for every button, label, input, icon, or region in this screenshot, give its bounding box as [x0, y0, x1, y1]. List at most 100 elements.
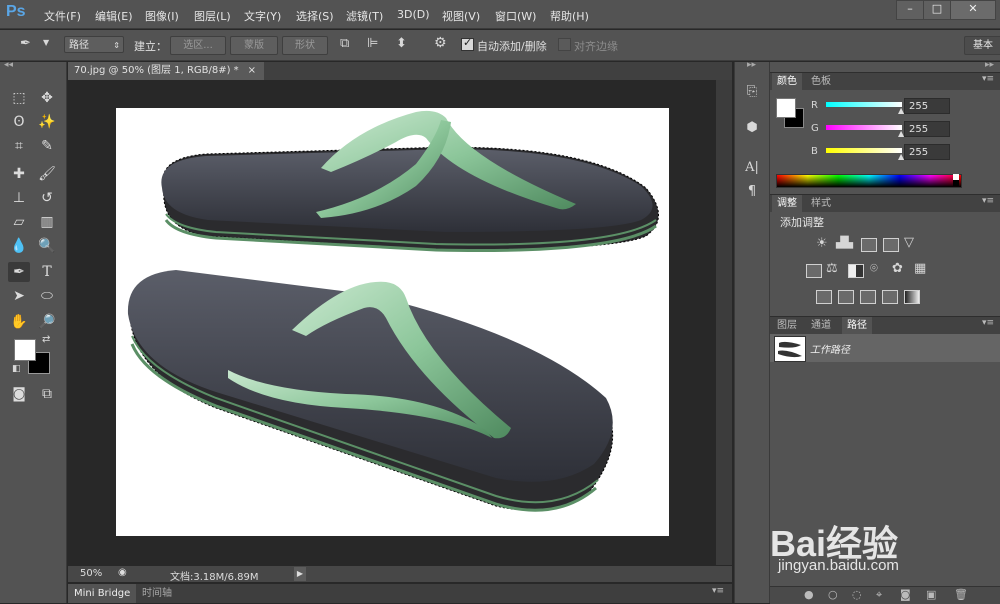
gradient-map-triangle-icon[interactable]: ▽: [904, 235, 914, 250]
make-selection-button[interactable]: 选区...: [170, 36, 226, 55]
channel-r-value[interactable]: 255: [904, 98, 950, 114]
tool-mode-select[interactable]: 路径 ⇕: [64, 36, 124, 53]
path-alignment-icon[interactable]: ⊫: [367, 36, 378, 51]
make-work-path-icon[interactable]: ⌖: [876, 588, 882, 602]
menu-3d[interactable]: 3D(D): [397, 8, 430, 21]
tab-paths[interactable]: 路径: [842, 317, 872, 334]
channel-r-slider[interactable]: [826, 102, 902, 107]
status-info-icon[interactable]: ◉: [118, 567, 127, 578]
channel-g-slider[interactable]: [826, 125, 902, 130]
hand-tool-icon[interactable]: ✋: [8, 312, 30, 332]
curves-icon[interactable]: [861, 238, 877, 252]
gradient-tool-icon[interactable]: ▥: [36, 212, 58, 232]
menu-filter[interactable]: 滤镜(T): [346, 8, 383, 24]
eraser-tool-icon[interactable]: ▱: [8, 212, 30, 232]
tab-adjustments[interactable]: 调整: [772, 195, 802, 212]
zoom-tool-icon[interactable]: 🔎: [36, 312, 58, 332]
menu-select[interactable]: 选择(S): [296, 8, 334, 24]
path-row[interactable]: 工作路径: [770, 334, 1000, 362]
menu-image[interactable]: 图像(I): [145, 8, 179, 24]
path-name[interactable]: 工作路径: [810, 341, 850, 356]
close-button[interactable]: ✕: [950, 0, 996, 20]
fill-path-icon[interactable]: ●: [804, 588, 814, 601]
tab-styles[interactable]: 样式: [806, 195, 836, 212]
foreground-color-swatch[interactable]: [14, 339, 36, 361]
exposure-icon[interactable]: [883, 238, 899, 252]
eyedropper-tool-icon[interactable]: ✎: [36, 136, 58, 156]
document-canvas[interactable]: [116, 108, 669, 536]
quick-mask-icon[interactable]: ◙: [8, 384, 30, 404]
new-path-icon[interactable]: ▣: [926, 588, 936, 601]
channel-mixer-icon[interactable]: ✿: [892, 261, 903, 276]
pen-tool-icon[interactable]: ✒: [8, 262, 30, 282]
invert-icon[interactable]: [816, 290, 832, 304]
swap-colors-icon[interactable]: ⇄: [42, 334, 50, 345]
stroke-path-icon[interactable]: ○: [828, 588, 838, 601]
paragraph-panel-icon[interactable]: ¶: [743, 184, 761, 202]
panel-menu-icon[interactable]: ▾≡: [712, 586, 724, 596]
color-lookup-icon[interactable]: ▦: [914, 261, 926, 276]
channel-b-value[interactable]: 255: [904, 144, 950, 160]
default-colors-icon[interactable]: ◧: [12, 364, 21, 374]
brush-tool-icon[interactable]: 🖌: [36, 164, 58, 184]
minimize-button[interactable]: –: [896, 0, 924, 20]
spectrum-black-swatch[interactable]: [953, 180, 959, 186]
path-selection-tool-icon[interactable]: ➤: [8, 286, 30, 306]
selective-color-icon[interactable]: [882, 290, 898, 304]
gradient-map-icon[interactable]: [904, 290, 920, 304]
vibrance-icon[interactable]: [806, 264, 822, 278]
zoom-level[interactable]: 50%: [80, 568, 102, 579]
tab-color[interactable]: 颜色: [772, 73, 802, 90]
menu-window[interactable]: 窗口(W): [495, 8, 536, 24]
load-as-selection-icon[interactable]: ◌: [852, 588, 862, 601]
tab-channels[interactable]: 通道: [806, 317, 836, 334]
make-mask-button[interactable]: 蒙版: [230, 36, 278, 55]
path-operations-icon[interactable]: ⧉: [340, 36, 349, 51]
history-icon[interactable]: ⎘: [743, 84, 761, 102]
lasso-tool-icon[interactable]: ʘ: [8, 112, 30, 132]
panel-menu-icon[interactable]: ▾≡: [982, 74, 994, 84]
gear-icon[interactable]: ⚙: [434, 35, 447, 51]
character-panel-icon[interactable]: A|: [743, 160, 761, 178]
collapse-right-arrows-icon[interactable]: ▸▸: [985, 60, 994, 70]
levels-icon[interactable]: ▟▙: [836, 236, 853, 249]
path-arrangement-icon[interactable]: ⬍: [396, 36, 407, 51]
tab-layers[interactable]: 图层: [772, 317, 802, 334]
tab-swatches[interactable]: 色板: [806, 73, 836, 90]
auto-add-delete-checkbox[interactable]: ✓: [461, 36, 474, 51]
healing-brush-tool-icon[interactable]: ✚: [8, 164, 30, 184]
clone-stamp-tool-icon[interactable]: ⊥: [8, 188, 30, 208]
color-balance-icon[interactable]: ⚖: [826, 261, 838, 276]
status-menu-arrow-icon[interactable]: ▶: [294, 567, 306, 581]
type-tool-icon[interactable]: T: [36, 262, 58, 282]
expand-arrows-icon[interactable]: ▸▸: [747, 60, 756, 70]
channel-g-value[interactable]: 255: [904, 121, 950, 137]
brightness-contrast-icon[interactable]: ☀: [816, 236, 828, 251]
tab-mini-bridge[interactable]: Mini Bridge: [68, 584, 137, 603]
menu-type[interactable]: 文字(Y): [244, 8, 281, 24]
posterize-icon[interactable]: [838, 290, 854, 304]
maximize-button[interactable]: □: [923, 0, 951, 20]
crop-tool-icon[interactable]: ⌗: [8, 136, 30, 156]
close-icon[interactable]: ×: [248, 62, 256, 80]
marquee-tool-icon[interactable]: ⬚: [8, 88, 30, 108]
make-shape-button[interactable]: 形状: [282, 36, 328, 55]
black-white-icon[interactable]: [848, 264, 864, 278]
dodge-tool-icon[interactable]: 🔍: [36, 236, 58, 256]
chevron-down-icon[interactable]: ▼: [43, 38, 49, 47]
ellipse-tool-icon[interactable]: ⬭: [36, 286, 58, 306]
move-tool-icon[interactable]: ✥: [36, 88, 58, 108]
menu-file[interactable]: 文件(F): [44, 8, 81, 24]
add-mask-icon[interactable]: ◙: [900, 588, 911, 601]
panel-menu-icon[interactable]: ▾≡: [982, 318, 994, 328]
menu-help[interactable]: 帮助(H): [550, 8, 589, 24]
history-brush-tool-icon[interactable]: ↺: [36, 188, 58, 208]
menu-edit[interactable]: 编辑(E): [95, 8, 133, 24]
panel-menu-icon[interactable]: ▾≡: [982, 196, 994, 206]
trash-icon[interactable]: 🗑: [954, 588, 968, 601]
photo-filter-icon[interactable]: ⌾: [870, 261, 878, 276]
blur-tool-icon[interactable]: 💧: [8, 236, 30, 256]
3d-panel-icon[interactable]: ⬢: [743, 120, 761, 138]
screen-mode-icon[interactable]: ⧉: [36, 384, 58, 404]
align-edges-checkbox[interactable]: [558, 38, 571, 51]
